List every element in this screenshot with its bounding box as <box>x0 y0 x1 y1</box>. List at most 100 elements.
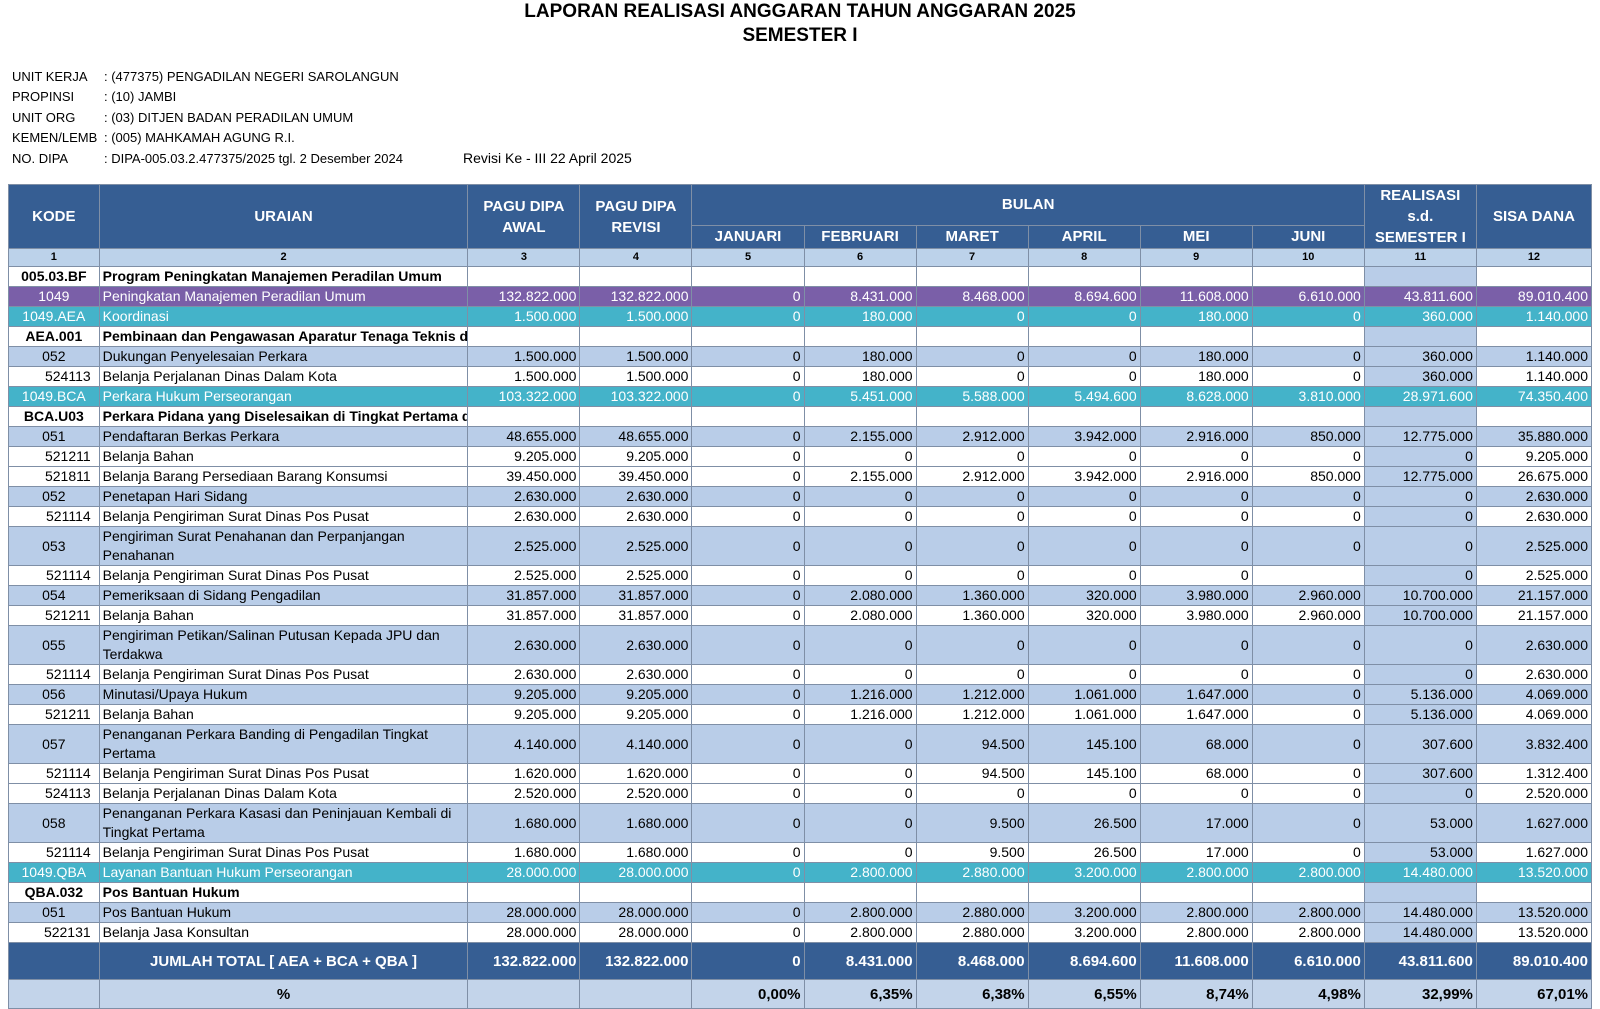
uraian-cell: Belanja Perjalanan Dinas Dalam Kota <box>98 783 469 804</box>
value-cell: 307.600 <box>1363 724 1477 764</box>
uraian-cell: Perkara Hukum Perseorangan <box>98 386 469 407</box>
value-cell: 26.675.000 <box>1475 466 1593 487</box>
value-cell: 28.000.000 <box>579 922 693 943</box>
value-cell: 2.912.000 <box>915 466 1029 487</box>
column-number: 8 <box>1027 248 1141 267</box>
value-cell <box>803 882 917 903</box>
value-cell: 31.857.000 <box>467 585 581 606</box>
value-cell: 35.880.000 <box>1475 426 1593 447</box>
value-cell: 0 <box>691 486 805 507</box>
info-propinsi: PROPINSI: (10) JAMBI <box>12 89 177 105</box>
value-cell: 68.000 <box>1139 763 1253 784</box>
percent-value: 67,01% <box>1475 979 1593 1009</box>
value-cell <box>915 266 1029 287</box>
value-cell: 2.916.000 <box>1139 426 1253 447</box>
kode-cell: 522131 <box>8 922 100 943</box>
value-cell: 1.647.000 <box>1139 704 1253 725</box>
value-cell: 850.000 <box>1251 466 1365 487</box>
value-cell: 3.200.000 <box>1027 902 1141 923</box>
table-row: 521114 Belanja Pengiriman Surat Dinas Pos… <box>8 842 1593 863</box>
value-cell: 2.630.000 <box>1475 506 1593 527</box>
value-cell: 0 <box>1027 366 1141 387</box>
value-cell: 1.312.400 <box>1475 763 1593 784</box>
value-cell <box>1027 326 1141 347</box>
value-cell: 31.857.000 <box>579 585 693 606</box>
value-cell: 3.810.000 <box>1251 386 1365 407</box>
value-cell: 0 <box>691 664 805 685</box>
value-cell: 0 <box>1251 783 1365 804</box>
value-cell: 17.000 <box>1139 803 1253 843</box>
value-cell: 0 <box>1251 625 1365 665</box>
uraian-cell: Belanja Bahan <box>98 446 469 467</box>
kode-cell: 521114 <box>8 506 100 527</box>
info-no-dipa: NO. DIPA: DIPA-005.03.2.477375/2025 tgl.… <box>12 150 632 167</box>
value-cell: 28.000.000 <box>579 902 693 923</box>
value-cell: 0 <box>915 664 1029 685</box>
value-cell: 17.000 <box>1139 842 1253 863</box>
value-cell: 180.000 <box>1139 366 1253 387</box>
value-cell: 48.655.000 <box>579 426 693 447</box>
value-cell: 0 <box>1139 625 1253 665</box>
value-cell: 0 <box>691 902 805 923</box>
percent-value <box>467 979 581 1009</box>
column-number: 5 <box>691 248 805 267</box>
value-cell: 0 <box>1363 664 1477 685</box>
value-cell: 0 <box>1251 763 1365 784</box>
value-cell: 0 <box>1363 565 1477 586</box>
header-month: MEI <box>1139 224 1253 250</box>
value-cell: 103.322.000 <box>467 386 581 407</box>
value-cell: 0 <box>1139 486 1253 507</box>
table-row: 521211 Belanja Bahan 31.857.000 31.857.000 0… <box>8 605 1593 626</box>
value-cell <box>579 406 693 427</box>
table-row: 521811 Belanja Barang Persediaan Barang K… <box>8 466 1593 487</box>
value-cell: 1.500.000 <box>467 366 581 387</box>
header-month: APRIL <box>1027 224 1141 250</box>
value-cell: 0 <box>915 625 1029 665</box>
value-cell <box>467 266 581 287</box>
value-cell: 1.500.000 <box>579 366 693 387</box>
kode-cell: 052 <box>8 346 100 367</box>
value-cell: 2.525.000 <box>467 526 581 566</box>
header-pagu-revisi: PAGU DIPA REVISI <box>579 184 693 249</box>
value-cell: 0 <box>1027 664 1141 685</box>
value-cell: 0 <box>1251 842 1365 863</box>
value-cell <box>1139 326 1253 347</box>
value-cell: 53.000 <box>1363 842 1477 863</box>
value-cell: 2.630.000 <box>1475 625 1593 665</box>
uraian-cell: Penetapan Hari Sidang <box>98 486 469 507</box>
kode-cell: 052 <box>8 486 100 507</box>
value-cell: 0 <box>691 386 805 407</box>
value-cell: 0 <box>691 366 805 387</box>
value-cell: 8.694.600 <box>1027 286 1141 307</box>
value-cell: 2.155.000 <box>803 466 917 487</box>
value-cell: 1.212.000 <box>915 704 1029 725</box>
table-row: 1049.QBA Layanan Bantuan Hukum Perseorang… <box>8 862 1593 883</box>
value-cell: 0 <box>1027 526 1141 566</box>
value-cell: 5.451.000 <box>803 386 917 407</box>
value-cell: 2.960.000 <box>1251 585 1365 606</box>
value-cell: 9.205.000 <box>1475 446 1593 467</box>
value-cell: 1.680.000 <box>579 803 693 843</box>
value-cell <box>1363 326 1477 347</box>
value-cell: 1.627.000 <box>1475 842 1593 863</box>
uraian-cell: Belanja Bahan <box>98 704 469 725</box>
value-cell: 0 <box>691 446 805 467</box>
value-cell: 0 <box>691 605 805 626</box>
value-cell: 3.980.000 <box>1139 585 1253 606</box>
value-cell: 850.000 <box>1251 426 1365 447</box>
table-row: 1049.BCA Perkara Hukum Perseorangan 103.32… <box>8 386 1593 407</box>
column-number: 10 <box>1251 248 1365 267</box>
kode-cell: 521114 <box>8 763 100 784</box>
value-cell: 0 <box>803 842 917 863</box>
value-cell: 0 <box>803 565 917 586</box>
value-cell <box>1139 882 1253 903</box>
value-cell: 0 <box>691 704 805 725</box>
value-cell: 0 <box>915 486 1029 507</box>
value-cell: 0 <box>1139 526 1253 566</box>
value-cell: 2.800.000 <box>803 862 917 883</box>
header-kode: KODE <box>8 184 100 249</box>
value-cell: 0 <box>915 506 1029 527</box>
value-cell: 2.800.000 <box>1139 902 1253 923</box>
column-number: 6 <box>803 248 917 267</box>
table-row: 052 Dukungan Penyelesaian Perkara 1.500.00… <box>8 346 1593 367</box>
